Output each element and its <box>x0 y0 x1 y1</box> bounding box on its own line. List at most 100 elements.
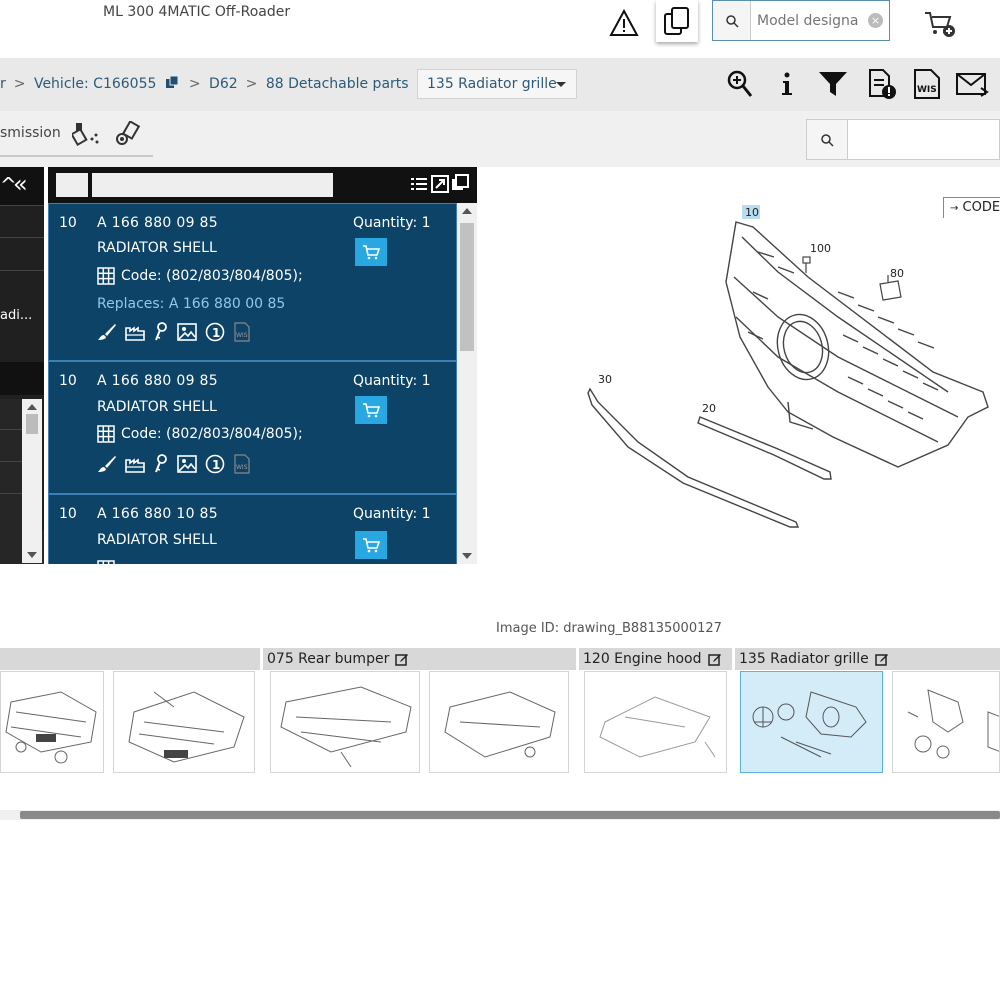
collapse-icon[interactable]: « <box>13 170 28 198</box>
info-circle-icon[interactable]: 1 <box>205 322 225 342</box>
copy-icon[interactable] <box>165 75 179 89</box>
filter-icon[interactable] <box>815 66 851 102</box>
add-to-cart-button[interactable] <box>355 396 387 424</box>
scroll-up-icon[interactable] <box>27 404 37 410</box>
document-alert-icon[interactable] <box>864 66 900 102</box>
expand-icon[interactable] <box>431 175 449 197</box>
part-row[interactable]: 10 A 166 880 09 85 RADIATOR SHELL Code: … <box>48 361 457 494</box>
scroll-down-icon[interactable] <box>27 552 37 558</box>
thumbnail-radiator-grille[interactable] <box>740 671 883 773</box>
trim-strip-30 <box>587 387 800 528</box>
edit-icon[interactable] <box>395 652 409 666</box>
add-to-cart-icon[interactable] <box>920 4 960 44</box>
group-select[interactable]: 135 Radiator grille <box>417 69 577 99</box>
copy-button[interactable] <box>656 0 698 42</box>
warning-icon[interactable] <box>604 3 644 43</box>
top-bar: ML 300 4MATIC Off-Roader × <box>0 0 1000 58</box>
image-icon[interactable] <box>177 455 197 473</box>
part-quantity: Quantity: 1 <box>353 506 431 522</box>
thumbnail-front-bumper-1[interactable] <box>0 671 104 773</box>
breadcrumb: r > Vehicle: C166055 > D62 > 88 Detachable… <box>0 75 428 92</box>
callout-20[interactable]: 20 <box>702 402 716 415</box>
clear-icon[interactable]: × <box>868 13 883 28</box>
part-number[interactable]: A 166 880 09 85 <box>97 373 218 389</box>
thumbnail-scrollbar[interactable] <box>0 810 1000 820</box>
parts-drawing[interactable]: 10 100 80 30 20 <box>478 167 1000 567</box>
navigation-item-radiator[interactable]: adi... <box>0 308 32 323</box>
list-view-icon[interactable] <box>410 175 428 197</box>
edit-icon[interactable] <box>874 652 889 666</box>
part-description: RADIATOR SHELL <box>97 240 217 256</box>
scroll-up-icon[interactable] <box>462 208 472 214</box>
brush-icon[interactable] <box>97 322 117 342</box>
thumbnail-rear-bumper-2[interactable] <box>429 671 569 773</box>
part-number[interactable]: A 166 880 10 85 <box>97 506 218 522</box>
bolt-part-drawing <box>802 256 811 273</box>
thumbnail-label-radiator-grille[interactable]: 135 Radiator grille <box>735 648 1000 670</box>
add-to-cart-button[interactable] <box>355 531 387 559</box>
part-number[interactable]: A 166 880 09 85 <box>97 215 218 231</box>
factory-icon[interactable] <box>125 323 145 341</box>
navigation-scrollbar[interactable] <box>22 399 42 563</box>
model-search-button[interactable] <box>713 1 751 40</box>
zoom-icon[interactable] <box>722 66 758 102</box>
parts-filter-input[interactable] <box>92 173 333 197</box>
edit-icon[interactable] <box>707 652 722 666</box>
trim-strip-20 <box>697 416 832 480</box>
callout-80[interactable]: 80 <box>890 267 904 280</box>
thumbnail-front-bumper-2[interactable] <box>113 671 255 773</box>
search-icon <box>725 14 739 28</box>
key-icon[interactable] <box>153 322 169 342</box>
brush-icon[interactable] <box>97 454 117 474</box>
breadcrumb-item[interactable]: r <box>0 76 6 92</box>
tab-underline <box>0 155 153 157</box>
cart-icon <box>363 538 380 553</box>
breadcrumb-item-vehicle[interactable]: Vehicle: C166055 <box>34 76 156 92</box>
parts-search-button[interactable] <box>807 120 848 159</box>
key-icon[interactable] <box>153 454 169 474</box>
cart-icon <box>363 403 380 418</box>
scroll-down-icon[interactable] <box>462 553 472 559</box>
part-replaces[interactable]: Replaces: A 166 880 00 85 <box>97 296 285 312</box>
parts-filter-box[interactable] <box>56 173 88 197</box>
svg-text:WIS: WIS <box>917 85 937 95</box>
cart-icon <box>363 245 380 260</box>
image-icon[interactable] <box>177 323 197 341</box>
breadcrumb-item-d62[interactable]: D62 <box>209 76 238 92</box>
info-circle-icon[interactable]: 1 <box>205 454 225 474</box>
callout-30[interactable]: 30 <box>598 373 612 386</box>
parts-scrollbar[interactable] <box>457 203 477 564</box>
callout-10[interactable]: 10 <box>745 206 759 219</box>
part-row[interactable]: 10 A 166 880 09 85 RADIATOR SHELL Code: … <box>48 203 457 361</box>
breadcrumb-item-detachable[interactable]: 88 Detachable parts <box>266 76 409 92</box>
navigation-header: ^ « <box>0 167 44 205</box>
mail-icon[interactable] <box>954 66 990 102</box>
thumbnail-grille-variant[interactable] <box>892 671 1000 773</box>
wis-doc-icon[interactable]: WIS <box>233 322 251 342</box>
scroll-thumb[interactable] <box>460 223 474 351</box>
factory-icon[interactable] <box>125 455 145 473</box>
copy-icon <box>664 7 689 35</box>
part-position: 10 <box>59 215 77 231</box>
model-search-input[interactable] <box>757 9 867 33</box>
spray-icon[interactable] <box>70 121 102 151</box>
code-button[interactable]: → CODE <box>943 197 1000 218</box>
scroll-thumb[interactable] <box>20 811 1000 819</box>
wis-label: WIS <box>236 464 248 471</box>
part-row[interactable]: 10 A 166 880 10 85 RADIATOR SHELL Quanti… <box>48 494 457 564</box>
tab-transmission[interactable]: smission <box>0 125 61 141</box>
scroll-thumb[interactable] <box>26 414 38 434</box>
thumbnail-label-rear-bumper[interactable]: 075 Rear bumper <box>263 648 576 670</box>
code-button-label: CODE <box>962 200 1000 215</box>
parts-search-input[interactable] <box>855 128 995 152</box>
callout-100[interactable]: 100 <box>810 242 831 255</box>
add-to-cart-button[interactable] <box>355 238 387 266</box>
info-icon[interactable] <box>769 66 805 102</box>
thumbnail-engine-hood[interactable] <box>584 671 727 773</box>
wis-icon[interactable]: WIS <box>909 66 945 102</box>
wis-doc-icon[interactable]: WIS <box>233 454 251 474</box>
thumbnail-rear-bumper-1[interactable] <box>270 671 420 773</box>
popout-icon[interactable] <box>451 174 469 196</box>
thumbnail-label-engine-hood[interactable]: 120 Engine hood <box>579 648 732 670</box>
bolt-icon[interactable] <box>114 120 142 151</box>
